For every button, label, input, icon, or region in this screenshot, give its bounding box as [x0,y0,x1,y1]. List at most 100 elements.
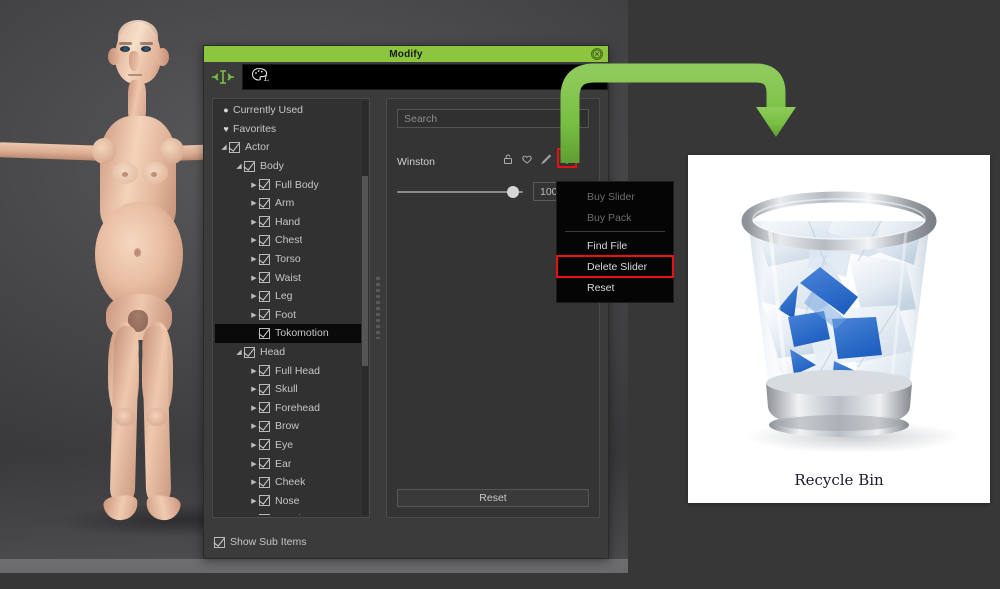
menu-item-buy-pack: Buy Pack [557,207,673,228]
tree-item-checkbox[interactable] [259,495,270,507]
tree-item-body[interactable]: ◢ Body [215,157,361,176]
tree-item-foot[interactable]: ▶ Foot [215,306,361,325]
splitter-grip-icon[interactable] [376,277,380,339]
show-sub-items-label: Show Sub Items [230,536,307,548]
tree-item-torso[interactable]: ▶ Torso [215,250,361,269]
menu-item-reset[interactable]: Reset [557,277,673,298]
tree-item-label: Nose [275,494,300,507]
tree-item-eye[interactable]: ▶ Eye [215,436,361,455]
tree-item-checkbox[interactable] [244,346,255,358]
reset-button[interactable]: Reset [397,489,589,507]
tree-item-label: Head [260,346,286,359]
tree-item-checkbox[interactable] [259,309,270,321]
tree-item-label: Arm [275,197,295,210]
lock-icon[interactable] [502,152,514,164]
tree-item-label: Actor [245,141,270,154]
character-arm-left [0,142,105,161]
tree-item-label: Mouth [275,513,304,515]
tree-item-leg[interactable]: ▶ Leg [215,287,361,306]
recycle-bin-card[interactable]: Recycle Bin [688,155,990,503]
tree-item-skull[interactable]: ▶ Skull [215,380,361,399]
show-sub-items-checkbox[interactable]: Show Sub Items [214,536,306,548]
slider-context-menu[interactable]: Buy Slider Buy Pack Find File Delete Slider… [556,181,674,303]
tree-item-brow[interactable]: ▶ Brow [215,417,361,436]
tree-item-checkbox[interactable] [259,272,270,284]
tree-item-arm[interactable]: ▶ Arm [215,194,361,213]
menu-item-find-file[interactable]: Find File [557,235,673,256]
menu-separator [565,231,665,232]
tree-item-checkbox[interactable] [244,160,255,172]
character-knee-left [114,408,135,426]
chevron-down-icon[interactable]: ◢ [234,162,244,170]
character-nipple-right [151,172,157,177]
slider-knob[interactable] [507,185,519,198]
tree-item-full-head[interactable]: ▶ Full Head [215,361,361,380]
palette-icon[interactable]: L [251,67,271,88]
tree-item-mouth[interactable]: ▶Mouth [215,510,361,515]
tree-item-checkbox[interactable] [259,197,270,209]
chevron-down-icon[interactable]: ◢ [234,348,244,356]
tree-item-head[interactable]: ◢ Head [215,343,361,362]
chevron-right-icon[interactable]: ▶ [249,255,259,263]
tree-item-checkbox[interactable] [259,327,270,339]
show-sub-items-checkbox-box[interactable] [214,536,225,548]
dot-icon: ● [223,105,229,116]
recycle-bin-label: Recycle Bin [794,471,884,489]
tree-item-label: Body [260,160,284,173]
tree-item-checkbox[interactable] [259,513,270,515]
tree-item-checkbox[interactable] [259,290,270,302]
tree-item-checkbox[interactable] [259,402,270,414]
menu-item-label: Delete Slider [587,260,648,273]
tree-item-checkbox[interactable] [259,458,270,470]
tree-item-hand[interactable]: ▶ Hand [215,213,361,232]
tree-item-forehead[interactable]: ▶ Forehead [215,399,361,418]
menu-item-delete-slider[interactable]: Delete Slider [556,255,674,278]
slider-track[interactable] [397,185,523,199]
tree-item-checkbox[interactable] [259,216,270,228]
tree-item-checkbox[interactable] [259,234,270,246]
tree-item-checkbox[interactable] [259,476,270,488]
modify-scale-icon[interactable] [206,64,240,90]
tree-item-label: Torso [275,253,301,266]
tree-item-label: Tokomotion [275,327,329,340]
tree-item-checkbox[interactable] [259,253,270,265]
tree-item-actor[interactable]: ◢ Actor [215,138,361,157]
tree-item-favorites[interactable]: ♥ Favorites [215,120,361,139]
heart-icon[interactable] [521,152,533,164]
slider-track-bar [397,190,523,193]
tree-item-checkbox[interactable] [259,420,270,432]
tree-item-checkbox[interactable] [259,365,270,377]
viewport-base-strip [0,559,628,573]
tree-scrollbar[interactable] [362,101,368,515]
tree-item-label: Leg [275,290,293,303]
category-tree-list[interactable]: ● Currently Used ♥ Favorites ◢ Actor ◢ Body ▶ Ful… [215,101,361,515]
tree-item-label: Chest [275,234,303,247]
character-knee-right [146,408,167,426]
tree-item-ear[interactable]: ▶ Ear [215,454,361,473]
tree-item-checkbox[interactable] [259,179,270,191]
pane-splitter[interactable] [370,98,386,518]
tree-scrollbar-thumb[interactable] [362,175,368,366]
tree-item-full-body[interactable]: ▶ Full Body [215,175,361,194]
tree-item-cheek[interactable]: ▶ Cheek [215,473,361,492]
tree-item-nose[interactable]: ▶ Nose [215,491,361,510]
tree-item-checkbox[interactable] [259,439,270,451]
recycle-bin-full-icon[interactable] [708,169,970,469]
character-brow-right [140,42,153,45]
character-shoulder-left [92,138,116,164]
tree-item-label: Brow [275,420,299,433]
tree-item-tokomotion[interactable]: Tokomotion [215,324,361,343]
tree-item-chest[interactable]: ▶ Chest [215,231,361,250]
tree-item-currently-used[interactable]: ● Currently Used [215,101,361,120]
tree-item-checkbox[interactable] [229,141,240,153]
tree-item-label: Foot [275,308,297,321]
menu-item-label: Buy Slider [587,190,635,203]
heart-icon: ♥ [223,123,229,134]
character-navel [134,248,141,257]
tree-item-label: Full Body [275,178,319,191]
menu-item-label: Buy Pack [587,211,632,224]
tree-item-label: Skull [275,383,298,396]
category-tree-pane[interactable]: ● Currently Used ♥ Favorites ◢ Actor ◢ Body ▶ Ful… [212,98,370,518]
tree-item-checkbox[interactable] [259,383,270,395]
tree-item-waist[interactable]: ▶ Waist [215,268,361,287]
